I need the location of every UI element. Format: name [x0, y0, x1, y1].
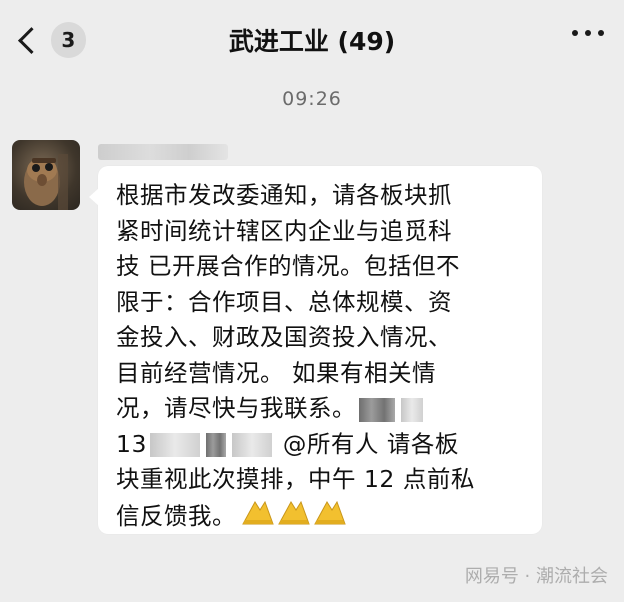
phone-number-partial: 13 [116, 429, 147, 458]
more-dots-icon[interactable] [572, 30, 604, 36]
sender-name-redacted [98, 140, 248, 164]
redaction-mark [149, 433, 200, 457]
message-line-text: 况，请尽快与我联系。 [116, 394, 356, 422]
redaction-mark [401, 397, 423, 422]
message-text: 根据市发改委通知，请各板块抓 紧时间统计辖区内企业与追觅科 技 已开展合作的情况… [116, 178, 528, 536]
message-line: 况，请尽快与我联系。 [116, 391, 528, 427]
watermark: 网易号 · 潮流社会 [464, 566, 608, 587]
message-line: 目前经营情况。 如果有相关情 [116, 358, 436, 387]
message-line: 技 已开展合作的情况。包括但不 [116, 252, 460, 280]
message-line: 块重视此次摸排，中午 12 点前私 [116, 465, 475, 493]
message-line-text: 信反馈我。 [116, 501, 236, 530]
message-line: 限于：合作项目、总体规模、资 [116, 287, 452, 316]
folded-hands-icon [242, 500, 274, 524]
folded-hands-icon [314, 500, 346, 524]
folded-hands-emoji-group [240, 498, 348, 537]
message-line: 信反馈我。 [116, 498, 528, 537]
message-line: 根据市发改委通知，请各板块抓 [116, 181, 452, 209]
chat-header: 3 武进工业 (49) [0, 0, 624, 80]
folded-hands-icon [278, 500, 310, 524]
message-line: 紧时间统计辖区内企业与追觅科 [116, 216, 452, 245]
message-line: 13 @所有人 请各板 [116, 427, 528, 463]
group-title: 武进工业 (49) [228, 27, 396, 56]
redaction-mark [359, 397, 395, 422]
redaction-mark [231, 433, 272, 457]
redaction-mark [205, 433, 226, 457]
message-line: 金投入、财政及国资投入情况、 [116, 323, 452, 351]
mention-text[interactable]: @所有人 请各板 [283, 430, 459, 458]
avatar[interactable] [12, 140, 80, 210]
message-bubble[interactable]: 根据市发改委通知，请各板块抓 紧时间统计辖区内企业与追觅科 技 已开展合作的情况… [89, 166, 542, 536]
message-timestamp: 09:26 [282, 88, 342, 110]
